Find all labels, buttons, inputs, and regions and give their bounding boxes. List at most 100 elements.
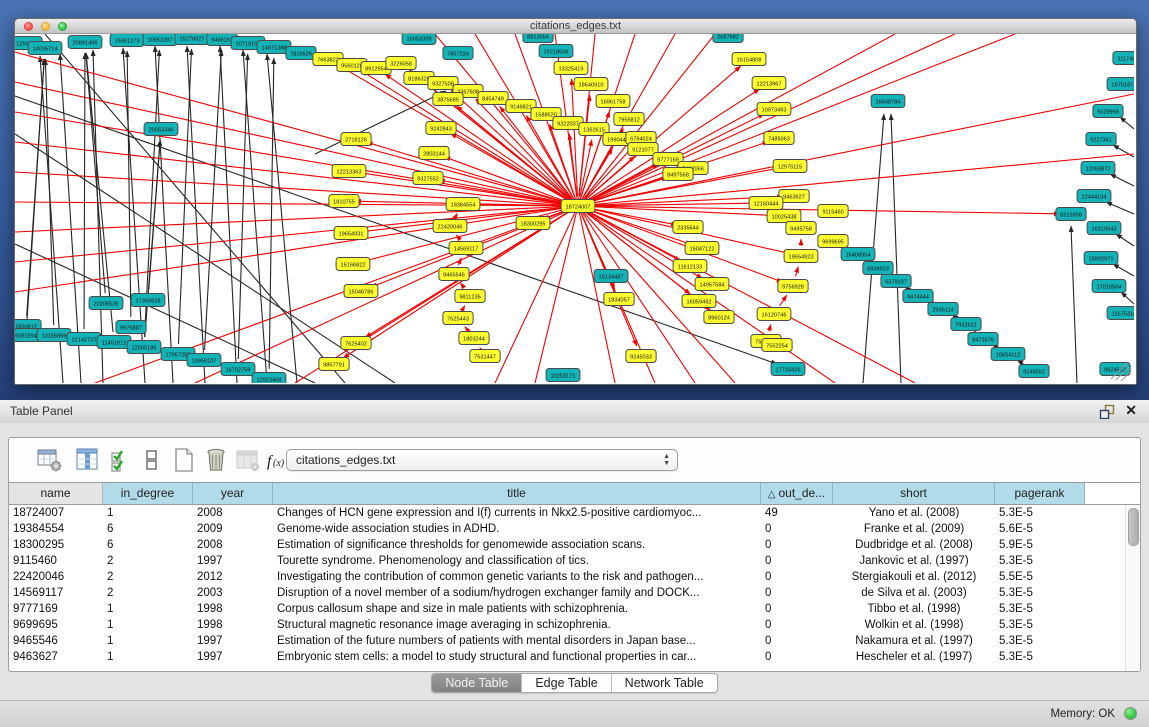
graph-node-label: 20891406 [73,40,98,46]
table-cell-name: 9699695 [9,617,103,633]
table-options-icon[interactable] [37,447,63,473]
graph-node-label: 10654112 [996,352,1020,358]
row-options-icon[interactable] [139,447,165,473]
graph-node-label: 7955812 [618,117,640,123]
table-cell-title: Genome-wide association studies in ADHD. [273,521,761,537]
graph-edge[interactable] [455,213,457,217]
graph-node-label: 10025438 [772,214,797,220]
close-panel-icon[interactable]: ✕ [1125,402,1137,419]
graph-edge[interactable] [238,54,247,359]
table-cell-name: 22420046 [9,569,103,585]
tab-node-table[interactable]: Node Table [432,674,522,692]
table-row[interactable]: 1938455462009Genome-wide association stu… [9,521,1140,537]
show-columns-icon[interactable] [75,447,101,473]
window-titlebar[interactable]: citations_edges.txt [15,19,1136,34]
vertical-scrollbar[interactable] [1125,505,1140,671]
graph-edge[interactable] [15,206,578,262]
graph-edge[interactable] [1116,234,1134,246]
memory-ok-indicator[interactable] [1124,707,1137,720]
column-header-label: short [900,486,927,500]
graph-edge[interactable] [127,51,131,317]
graph-edge[interactable] [535,206,578,383]
graph-edge[interactable] [1110,174,1134,186]
graph-node-label: 10958107 [192,358,217,364]
column-header-out_de[interactable]: △out_de... [761,483,833,504]
float-panel-icon[interactable] [1099,404,1115,419]
table-cell-in_degree: 6 [103,521,193,537]
table-row[interactable]: 2242004622012Investigating the contribut… [9,569,1140,585]
create-column-icon[interactable] [171,447,197,473]
delete-columns-icon[interactable] [203,447,229,473]
table-panel: f (x) citations_edges.txt ▲▼ namein_degr… [0,423,1149,700]
graph-node-label: 1810755 [333,199,355,205]
table-cell-year: 2008 [193,505,273,521]
graph-edge[interactable] [465,327,468,331]
graph-node-label: 17359928 [136,298,161,304]
graph-edge[interactable] [1071,226,1077,383]
graph-edge[interactable] [578,94,1134,206]
graph-edge[interactable] [155,46,173,383]
network-graph[interactable]: 1872400718300295125540114035714208914061… [15,34,1134,383]
graph-edge[interactable] [1120,117,1134,129]
graph-node-label: 14035714 [33,46,58,52]
select-columns-icon[interactable] [109,447,135,473]
scrollbar-thumb[interactable] [1128,508,1139,546]
network-canvas[interactable]: 1872400718300295125540114035714208914061… [15,34,1134,383]
graph-node-label: 1803244 [463,336,485,342]
table-cell-out_de: 0 [761,601,833,617]
graph-node-label: 16120746 [762,312,787,318]
tab-network-table[interactable]: Network Table [612,674,717,692]
graph-edge[interactable] [27,59,45,316]
graph-edge[interactable] [780,295,787,306]
table-cell-in_degree: 1 [103,617,193,633]
graph-edge[interactable] [578,34,715,206]
column-header-name[interactable]: name [9,483,103,504]
graph-edge[interactable] [1113,264,1134,276]
table-toolbar: f (x) citations_edges.txt ▲▼ [9,438,1140,482]
table-cell-pagerank: 5.3E-5 [995,585,1085,601]
graph-node-label: 1362615 [583,127,605,133]
graph-edge[interactable] [1106,202,1134,214]
graph-edge[interactable] [769,325,771,332]
graph-node-label: 8912954 [365,66,387,72]
column-header-title[interactable]: title [273,483,761,504]
graph-edge[interactable] [1121,292,1134,304]
column-header-in_degree[interactable]: in_degree [103,483,193,504]
table-cell-pagerank: 5.3E-5 [995,601,1085,617]
table-selector-dropdown[interactable]: citations_edges.txt ▲▼ [286,449,678,471]
tab-edge-table[interactable]: Edge Table [522,674,611,692]
graph-edge[interactable] [45,34,345,383]
graph-edge[interactable] [891,114,901,383]
graph-edge[interactable] [84,53,85,329]
table-row[interactable]: 1872400712008Changes of HCN gene express… [9,505,1140,521]
table-cell-pagerank: 5.3E-5 [995,617,1085,633]
column-header-short[interactable]: short [833,483,995,504]
table-cell-name: 18724007 [9,505,103,521]
table-row[interactable]: 1830029562008Estimation of significance … [9,537,1140,553]
graph-node-label: 8813054 [527,34,549,40]
table-row[interactable]: 977716911998Corpus callosum shape and si… [9,601,1140,617]
graph-node-label: 7815526 [290,51,312,57]
graph-edge[interactable] [178,49,191,344]
graph-node-label: 9466161 [211,37,233,43]
graph-edge[interactable] [463,306,465,310]
graph-edge[interactable] [195,206,578,383]
network-view-window[interactable]: citations_edges.txt 18724007183002951255… [14,18,1137,385]
graph-edge[interactable] [205,50,222,350]
table-row[interactable]: 911546021997Tourette syndrome. Phenomeno… [9,553,1140,569]
column-header-year[interactable]: year [193,483,273,504]
graph-edge[interactable] [86,53,105,293]
table-row[interactable]: 1456911722003Disruption of a novel membe… [9,585,1140,601]
graph-edge[interactable] [579,95,590,196]
graph-edge[interactable] [460,283,464,288]
column-header-pagerank[interactable]: pagerank [995,483,1085,504]
graph-node-label: 13325419 [559,66,584,72]
table-row[interactable]: 946362711997Embryonic stem cells: a mode… [9,649,1140,665]
graph-edge[interactable] [86,53,113,332]
graph-edge[interactable] [45,59,53,325]
graph-edge[interactable] [796,267,799,277]
table-row[interactable]: 946554611997Estimation of the future num… [9,633,1140,649]
table-cell-pagerank: 5.9E-5 [995,537,1085,553]
table-row[interactable]: 969969511998Structural magnetic resonanc… [9,617,1140,633]
graph-node-label: 11612133 [678,264,702,270]
